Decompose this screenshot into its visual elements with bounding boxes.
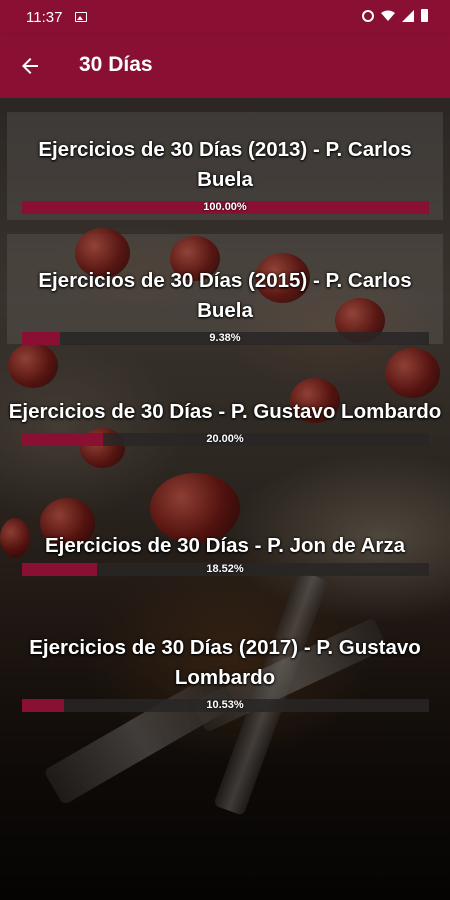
status-bar: 11:37: [0, 0, 450, 34]
arrow-left-icon[interactable]: [18, 54, 42, 78]
battery-icon: [421, 9, 428, 22]
image-notification-icon: [75, 12, 87, 22]
item-title: Ejercicios de 30 Días (2015) - P. Carlos…: [38, 269, 412, 322]
item-title: Ejercicios de 30 Días - P. Jon de Arza: [44, 534, 406, 557]
item-title: Ejercicios de 30 Días (2013) - P. Carlos…: [38, 138, 412, 191]
signal-icon: [402, 9, 414, 22]
list-item[interactable]: Ejercicios de 30 Días - P. Jon de Arza 1…: [0, 531, 450, 576]
progress-label: 9.38%: [209, 332, 241, 344]
alarm-icon: [362, 9, 374, 22]
item-title: Ejercicios de 30 Días - P. Gustavo Lomba…: [8, 400, 442, 423]
shade-overlay: [0, 98, 450, 900]
progress-bar: 10.53%: [21, 699, 429, 712]
progress-bar: 20.00%: [21, 433, 429, 446]
list-item[interactable]: Ejercicios de 30 Días (2017) - P. Gustav…: [0, 633, 450, 712]
list-item[interactable]: Ejercicios de 30 Días (2015) - P. Carlos…: [0, 266, 450, 345]
list-item[interactable]: Ejercicios de 30 Días - P. Gustavo Lomba…: [0, 397, 450, 446]
progress-bar: 100.00%: [21, 201, 429, 214]
page-title: 30 Días: [79, 53, 153, 76]
status-icons: [362, 9, 428, 22]
app-bar: 30 Días: [0, 34, 450, 98]
wifi-icon: [381, 10, 395, 21]
list-item[interactable]: Ejercicios de 30 Días (2013) - P. Carlos…: [0, 135, 450, 214]
progress-bar: 18.52%: [21, 563, 429, 576]
progress-label: 100.00%: [203, 201, 247, 213]
item-title: Ejercicios de 30 Días (2017) - P. Gustav…: [29, 636, 421, 689]
status-time: 11:37: [26, 9, 63, 26]
progress-label: 18.52%: [206, 563, 244, 575]
progress-bar: 9.38%: [21, 332, 429, 345]
progress-label: 20.00%: [206, 433, 244, 445]
background-image: [0, 98, 450, 900]
progress-label: 10.53%: [206, 699, 244, 711]
